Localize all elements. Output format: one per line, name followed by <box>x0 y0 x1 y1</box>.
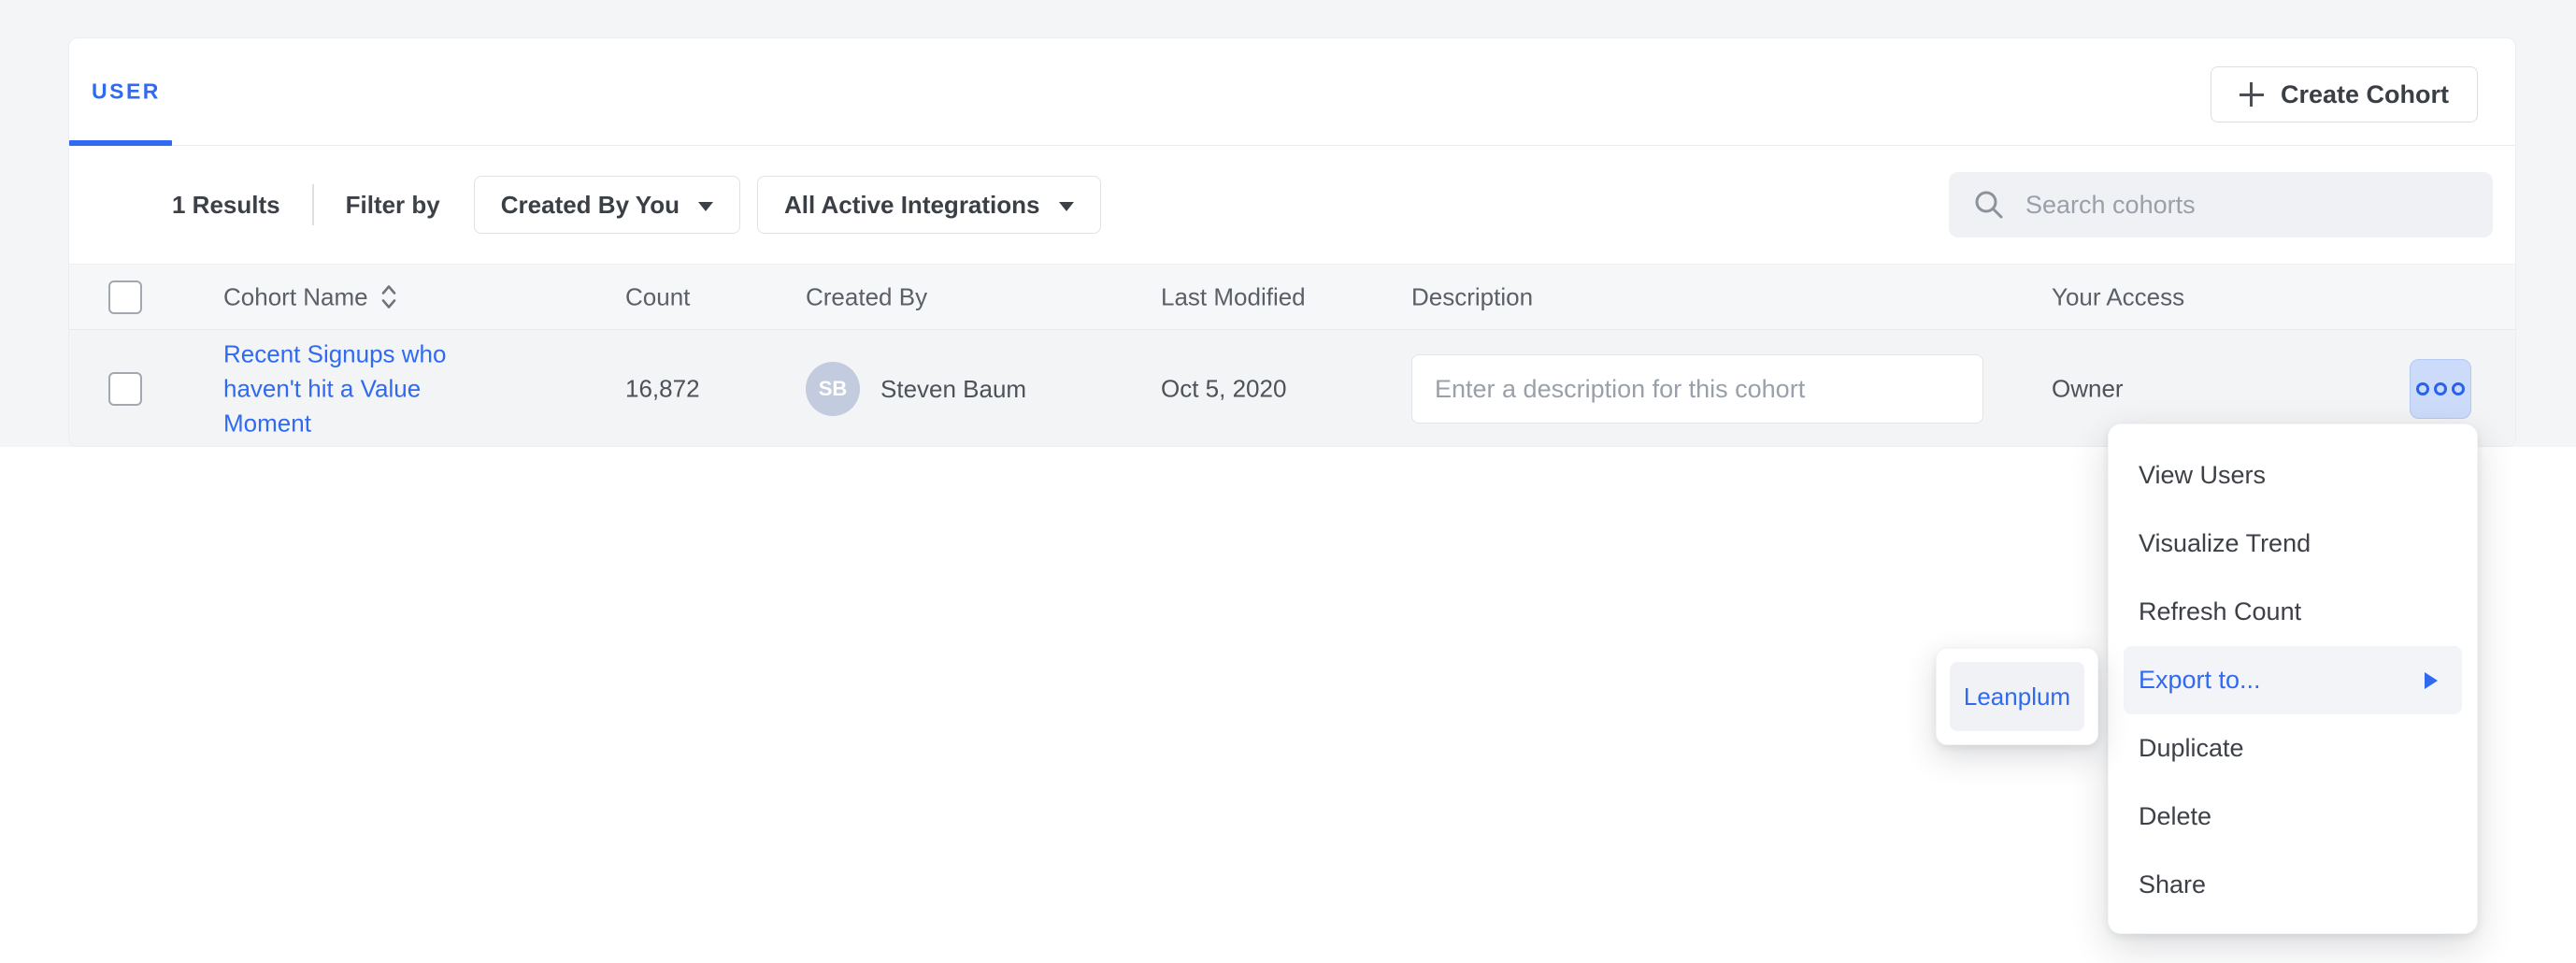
description-input[interactable] <box>1411 354 1983 424</box>
ellipsis-icon <box>2416 382 2429 395</box>
caret-down-icon <box>1059 202 1074 211</box>
access-value: Owner <box>2052 375 2124 404</box>
created-by-name: Steven Baum <box>880 375 1026 404</box>
created-by-dropdown-label: Created By You <box>501 191 680 220</box>
table-header: Cohort Name Count Created By Last Modifi… <box>69 264 2515 330</box>
integrations-dropdown-label: All Active Integrations <box>784 191 1040 220</box>
menu-item-share[interactable]: Share <box>2109 851 2477 919</box>
caret-down-icon <box>698 202 713 211</box>
cohort-count: 16,872 <box>625 375 700 404</box>
menu-item-view-users[interactable]: View Users <box>2109 441 2477 510</box>
row-checkbox[interactable] <box>108 372 142 406</box>
cohorts-card: USER Create Cohort 1 Results Filter by C… <box>68 37 2516 447</box>
search-input[interactable] <box>2024 172 2493 237</box>
filter-divider <box>312 184 314 225</box>
menu-item-refresh-count[interactable]: Refresh Count <box>2109 578 2477 646</box>
menu-item-duplicate[interactable]: Duplicate <box>2109 714 2477 783</box>
create-cohort-button[interactable]: Create Cohort <box>2211 66 2478 122</box>
filter-by-label: Filter by <box>346 191 440 220</box>
ellipsis-icon <box>2452 382 2465 395</box>
created-by-dropdown[interactable]: Created By You <box>474 176 740 234</box>
integrations-dropdown[interactable]: All Active Integrations <box>757 176 1101 234</box>
menu-item-export-to[interactable]: Export to... <box>2124 646 2462 714</box>
tab-bar: USER Create Cohort <box>69 38 2515 146</box>
row-actions-button[interactable] <box>2410 359 2471 419</box>
sort-icon[interactable] <box>379 283 398 311</box>
plus-icon <box>2240 82 2264 107</box>
cohort-name-link[interactable]: Recent Signups who haven't hit a Value M… <box>223 338 457 441</box>
search-icon <box>1973 189 2005 221</box>
column-description: Description <box>1411 282 1533 311</box>
menu-item-export-label: Export to... <box>2139 666 2261 695</box>
filter-bar: 1 Results Filter by Created By You All A… <box>69 146 2515 264</box>
export-submenu: Leanplum <box>1936 648 2098 745</box>
menu-item-visualize-trend[interactable]: Visualize Trend <box>2109 510 2477 578</box>
submenu-item-leanplum[interactable]: Leanplum <box>1950 662 2084 731</box>
submenu-arrow-icon <box>2425 672 2438 689</box>
column-your-access: Your Access <box>2052 282 2184 311</box>
row-context-menu: View Users Visualize Trend Refresh Count… <box>2108 424 2478 934</box>
avatar: SB <box>806 362 860 416</box>
menu-item-delete[interactable]: Delete <box>2109 783 2477 851</box>
column-cohort-name[interactable]: Cohort Name <box>223 282 368 311</box>
column-count: Count <box>625 282 690 311</box>
tab-user[interactable]: USER <box>92 79 161 105</box>
column-created-by: Created By <box>806 282 927 311</box>
last-modified-date: Oct 5, 2020 <box>1161 375 1286 404</box>
select-all-checkbox[interactable] <box>108 280 142 314</box>
column-last-modified: Last Modified <box>1161 282 1306 311</box>
search-box <box>1949 172 2493 237</box>
results-count: 1 Results <box>172 191 280 220</box>
create-cohort-label: Create Cohort <box>2281 80 2449 109</box>
ellipsis-icon <box>2434 382 2447 395</box>
